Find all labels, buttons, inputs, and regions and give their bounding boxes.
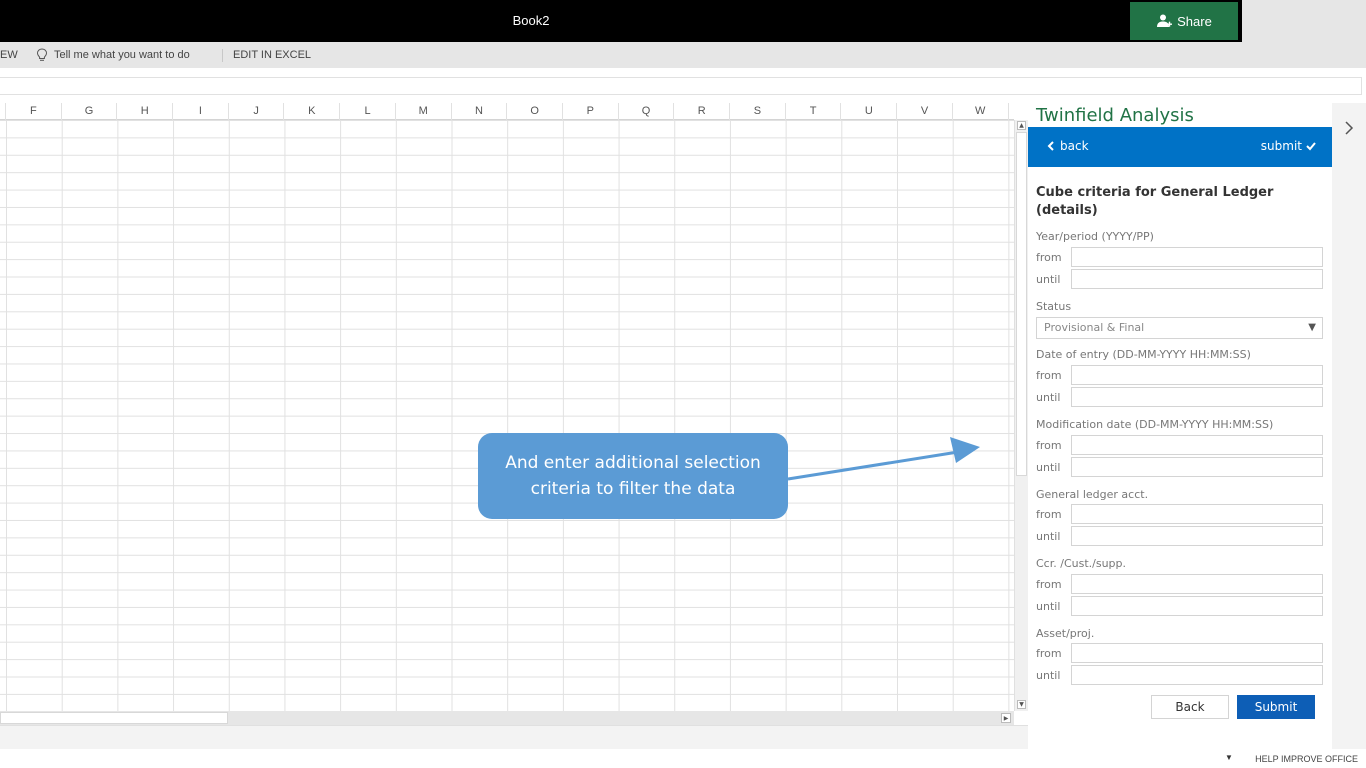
horizontal-scrollbar[interactable]: ▶ — [0, 711, 1014, 725]
checkmark-icon — [1306, 142, 1316, 151]
status-bar: ▼ HELP IMPROVE OFFICE — [0, 749, 1366, 768]
submit-button[interactable]: Submit — [1237, 695, 1315, 719]
until-label: until — [1036, 461, 1061, 474]
share-label: Share — [1177, 13, 1212, 29]
spreadsheet-grid: FGHIJKLMNOPQRSTUVW — [0, 103, 1014, 711]
status-label: Status — [1036, 300, 1072, 313]
column-header-n[interactable]: N — [452, 103, 508, 120]
year-period-until-input[interactable] — [1071, 269, 1323, 289]
column-header-m[interactable]: M — [396, 103, 452, 120]
column-header-v[interactable]: V — [897, 103, 953, 120]
modification-date-from-input[interactable] — [1071, 435, 1323, 455]
date-of-entry-from-input[interactable] — [1071, 365, 1323, 385]
until-label: until — [1036, 391, 1061, 404]
dropdown-caret-icon: ▼ — [1308, 322, 1316, 333]
until-label: until — [1036, 600, 1061, 613]
edit-in-excel-button[interactable]: EDIT IN EXCEL — [233, 42, 311, 68]
collapse-pane-chevron-icon[interactable] — [1344, 121, 1354, 139]
column-header-w[interactable]: W — [953, 103, 1009, 120]
gl-account-label: General ledger acct. — [1036, 488, 1149, 501]
pane-side-column — [1332, 103, 1366, 749]
document-title: Book2 — [512, 13, 550, 28]
lightbulb-icon — [36, 48, 48, 61]
column-header-g[interactable]: G — [62, 103, 118, 120]
column-header-i[interactable]: I — [173, 103, 229, 120]
status-dropdown-icon[interactable]: ▼ — [1225, 753, 1233, 762]
column-header-o[interactable]: O — [507, 103, 563, 120]
from-label: from — [1036, 647, 1062, 660]
until-label: until — [1036, 273, 1061, 286]
gl-account-from-input[interactable] — [1071, 504, 1323, 524]
until-label: until — [1036, 530, 1061, 543]
year-period-from-input[interactable] — [1071, 247, 1323, 267]
status-select-value: Provisional & Final — [1044, 321, 1145, 334]
back-button[interactable]: Back — [1151, 695, 1229, 719]
from-label: from — [1036, 439, 1062, 452]
column-header-h[interactable]: H — [117, 103, 174, 120]
asset-proj-label: Asset/proj. — [1036, 627, 1095, 640]
tutorial-callout: And enter additional selection criteria … — [478, 433, 788, 519]
add-person-icon — [1157, 14, 1173, 27]
from-label: from — [1036, 578, 1062, 591]
sheet-tab-bar — [0, 725, 1028, 749]
vertical-scrollbar[interactable]: ▲ ▼ — [1014, 120, 1028, 711]
pane-title: Twinfield Analysis — [1036, 105, 1194, 126]
tell-me-label: Tell me what you want to do — [54, 49, 190, 61]
title-bar: Book2 Share — [0, 0, 1242, 42]
date-of-entry-until-input[interactable] — [1071, 387, 1323, 407]
column-header-u[interactable]: U — [842, 103, 898, 120]
vertical-scroll-thumb[interactable] — [1016, 132, 1027, 476]
ribbon-tab-view[interactable]: EW — [0, 42, 18, 68]
chevron-left-icon — [1047, 141, 1054, 151]
nav-submit-link[interactable]: submit — [1261, 139, 1316, 153]
pane-nav-bar: back submit — [1028, 127, 1332, 167]
column-headers: FGHIJKLMNOPQRSTUVW — [0, 103, 1014, 120]
callout-arrow-icon — [787, 437, 980, 481]
ccr-cust-supp-from-input[interactable] — [1071, 574, 1323, 594]
modification-date-label: Modification date (DD-MM-YYYY HH:MM:SS) — [1036, 418, 1274, 431]
share-button[interactable]: Share — [1130, 2, 1238, 40]
cell-area[interactable] — [0, 120, 1014, 711]
asset-proj-until-input[interactable] — [1071, 665, 1323, 685]
column-header-f[interactable]: F — [6, 103, 62, 120]
column-header-l[interactable]: L — [340, 103, 396, 120]
horizontal-scroll-thumb[interactable] — [0, 712, 228, 724]
asset-proj-from-input[interactable] — [1071, 643, 1323, 663]
ribbon: EW Tell me what you want to do EDIT IN E… — [0, 42, 1242, 68]
column-header-q[interactable]: Q — [619, 103, 675, 120]
formula-input[interactable] — [0, 77, 1362, 95]
column-header-r[interactable]: R — [674, 103, 731, 120]
column-header-s[interactable]: S — [730, 103, 786, 120]
excel-online-window: Book2 Share EW Tell me what you want to … — [0, 0, 1366, 768]
title-bar-extension — [1242, 0, 1366, 68]
column-header-t[interactable]: T — [786, 103, 842, 120]
nav-submit-label: submit — [1260, 139, 1302, 153]
status-select[interactable]: Provisional & Final ▼ — [1036, 317, 1323, 339]
column-header-p[interactable]: P — [563, 103, 619, 120]
form-heading: Cube criteria for General Ledger (detail… — [1036, 185, 1274, 218]
date-of-entry-label: Date of entry (DD-MM-YYYY HH:MM:SS) — [1036, 348, 1251, 361]
column-header-j[interactable]: J — [229, 103, 285, 120]
tell-me-box[interactable]: Tell me what you want to do — [36, 42, 190, 68]
ribbon-divider — [222, 49, 223, 62]
year-period-label: Year/period (YYYY/PP) — [1036, 230, 1154, 243]
from-label: from — [1036, 508, 1062, 521]
gl-account-until-input[interactable] — [1071, 526, 1323, 546]
until-label: until — [1036, 669, 1061, 682]
scroll-up-arrow-icon[interactable]: ▲ — [1017, 121, 1026, 130]
twinfield-task-pane: Twinfield Analysis back submit Cube crit… — [1028, 103, 1332, 749]
scroll-right-arrow-icon[interactable]: ▶ — [1001, 713, 1011, 723]
column-header-k[interactable]: K — [285, 103, 341, 120]
ccr-cust-supp-label: Ccr. /Cust./supp. — [1036, 557, 1127, 570]
from-label: from — [1036, 251, 1062, 264]
from-label: from — [1036, 369, 1062, 382]
nav-back-label: back — [1060, 139, 1089, 153]
modification-date-until-input[interactable] — [1071, 457, 1323, 477]
help-improve-office-link[interactable]: HELP IMPROVE OFFICE — [1255, 754, 1358, 764]
nav-back-link[interactable]: back — [1046, 139, 1089, 153]
ccr-cust-supp-until-input[interactable] — [1071, 596, 1323, 616]
scroll-down-arrow-icon[interactable]: ▼ — [1017, 700, 1026, 709]
formula-bar-area — [0, 68, 1366, 103]
